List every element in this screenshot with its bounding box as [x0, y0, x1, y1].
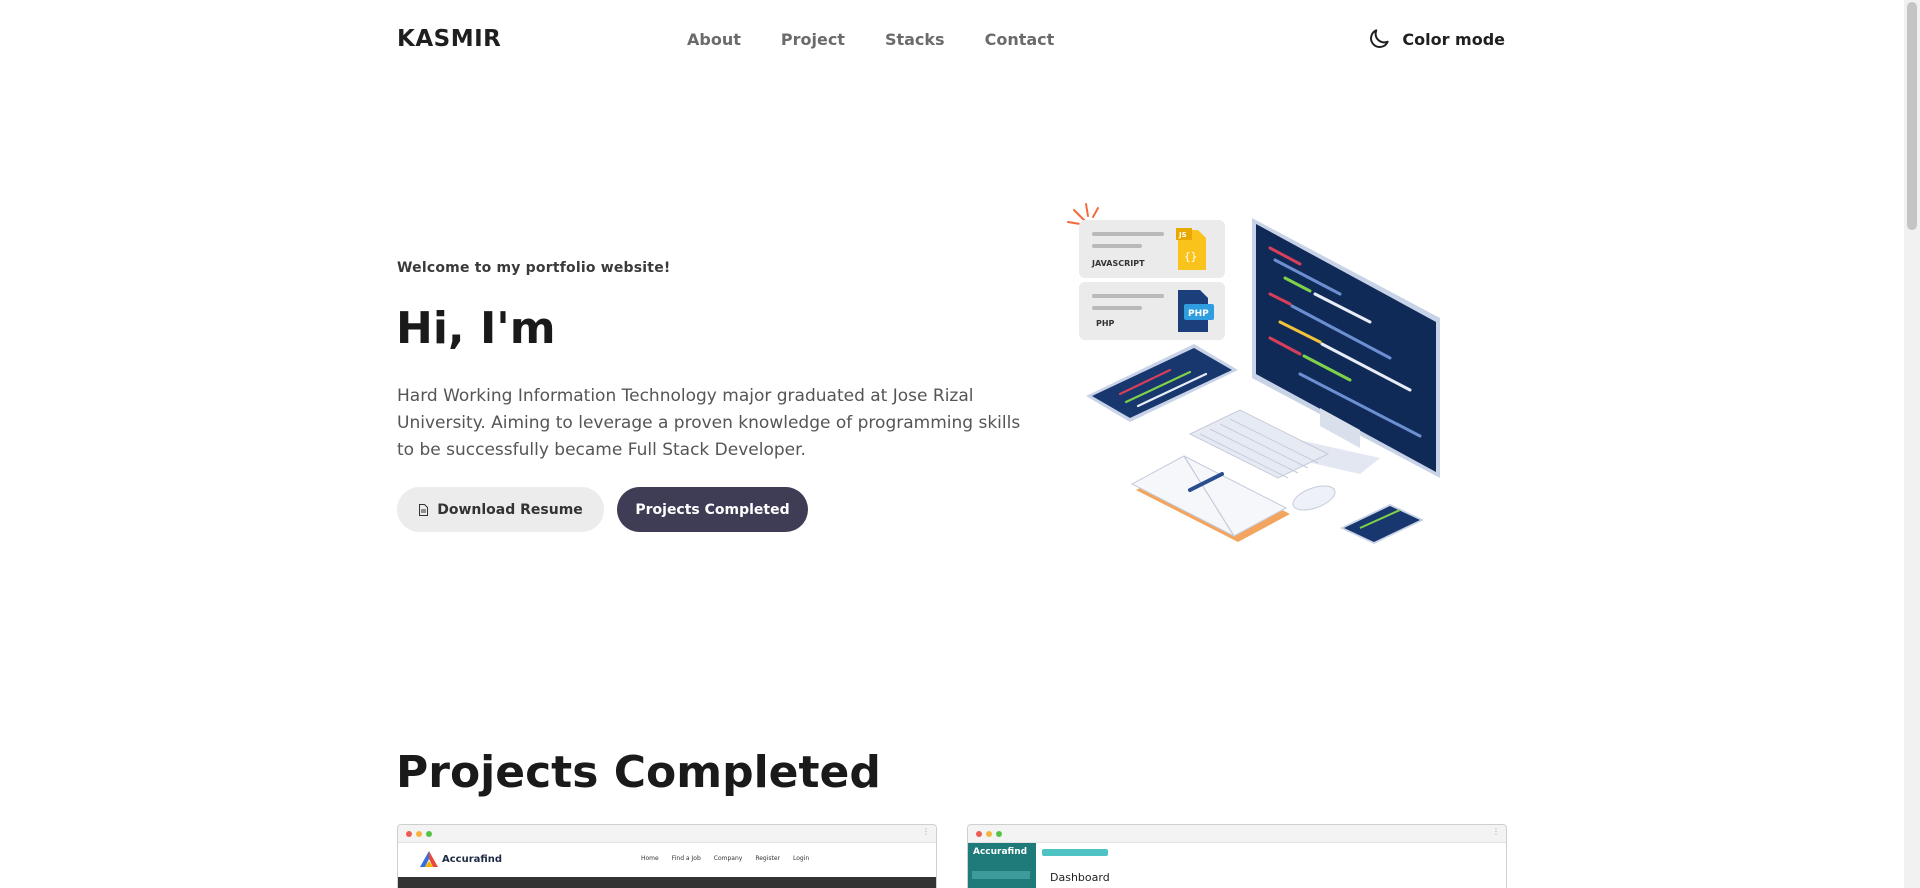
accurafind-nav-find-job: Find a Job: [671, 855, 701, 862]
nav-link-about[interactable]: About: [687, 30, 741, 49]
accurafind-nav-company: Company: [713, 855, 743, 862]
nav-link-project[interactable]: Project: [781, 30, 845, 49]
project-card-accurafind[interactable]: ⋮ Accurafind Home Find a Job Company Reg…: [397, 824, 937, 888]
dashboard-sidebar: Accurafind: [968, 843, 1036, 888]
accurafind-nav-home: Home: [641, 855, 659, 862]
welcome-text: Welcome to my portfolio website!: [397, 260, 671, 276]
dashboard-title: Dashboard: [1050, 871, 1110, 884]
scrollbar-thumb[interactable]: [1907, 2, 1917, 230]
svg-text:{}: {}: [1184, 250, 1197, 263]
minimize-dot-icon: [986, 831, 992, 837]
file-icon: [419, 503, 429, 516]
download-resume-button[interactable]: Download Resume: [397, 487, 604, 532]
tablet-illustration: [1086, 344, 1238, 422]
hero-title: Hi, I'm: [396, 303, 556, 354]
minimize-dot-icon: [416, 831, 422, 837]
moon-icon: [1370, 29, 1390, 48]
brand-logo[interactable]: KASMIR: [397, 26, 501, 52]
close-dot-icon: [976, 831, 982, 837]
projects-section-title: Projects Completed: [396, 747, 881, 798]
hero-description: Hard Working Information Technology majo…: [397, 386, 1021, 460]
php-card: PHP PHP: [1079, 282, 1225, 340]
dashboard-sidebar-item: [972, 871, 1030, 879]
keyboard-illustration: [1188, 409, 1330, 479]
download-resume-label: Download Resume: [437, 501, 583, 518]
accurafind-nav-login: Login: [793, 855, 810, 862]
color-mode-label: Color mode: [1402, 29, 1505, 49]
accurafind-a-icon: [420, 851, 438, 867]
more-icon: ⋮: [922, 827, 930, 836]
accurafind-brand: Accurafind: [442, 853, 503, 865]
dashboard-pill: [1042, 849, 1108, 856]
accurafind-logo: Accurafind: [420, 851, 502, 867]
maximize-dot-icon: [426, 831, 432, 837]
dashboard-brand: Accurafind: [973, 847, 1028, 857]
nav-link-contact[interactable]: Contact: [985, 30, 1055, 49]
svg-text:JS: JS: [1178, 231, 1187, 239]
nav-links: About Project Stacks Contact: [687, 30, 1094, 49]
browser-bar: ⋮: [968, 825, 1506, 843]
svg-text:JAVASCRIPT: JAVASCRIPT: [1091, 259, 1145, 268]
javascript-card: JAVASCRIPT JS {}: [1079, 220, 1225, 278]
accurafind-nav: Home Find a Job Company Register Login: [641, 855, 809, 862]
phone-illustration: [1340, 504, 1424, 544]
svg-text:PHP: PHP: [1096, 319, 1115, 328]
color-mode-toggle[interactable]: Color mode: [1366, 26, 1505, 52]
more-icon: ⋮: [1492, 827, 1500, 836]
mouse-illustration: [1292, 485, 1336, 511]
browser-bar: ⋮: [398, 825, 936, 843]
accurafind-nav-register: Register: [755, 855, 781, 862]
maximize-dot-icon: [996, 831, 1002, 837]
nav-link-stacks[interactable]: Stacks: [885, 30, 945, 49]
developer-setup-illustration: JAVASCRIPT JS {} PHP PHP: [1067, 203, 1440, 544]
page-scrollbar[interactable]: [1904, 0, 1920, 888]
close-dot-icon: [406, 831, 412, 837]
top-navbar: KASMIR About Project Stacks Contact Colo…: [0, 0, 1904, 78]
project-card-dashboard[interactable]: ⋮ Accurafind Dashboard: [967, 824, 1507, 888]
projects-completed-button[interactable]: Projects Completed: [617, 487, 808, 532]
svg-text:PHP: PHP: [1188, 309, 1209, 319]
accurafind-hero-strip: [398, 877, 936, 888]
